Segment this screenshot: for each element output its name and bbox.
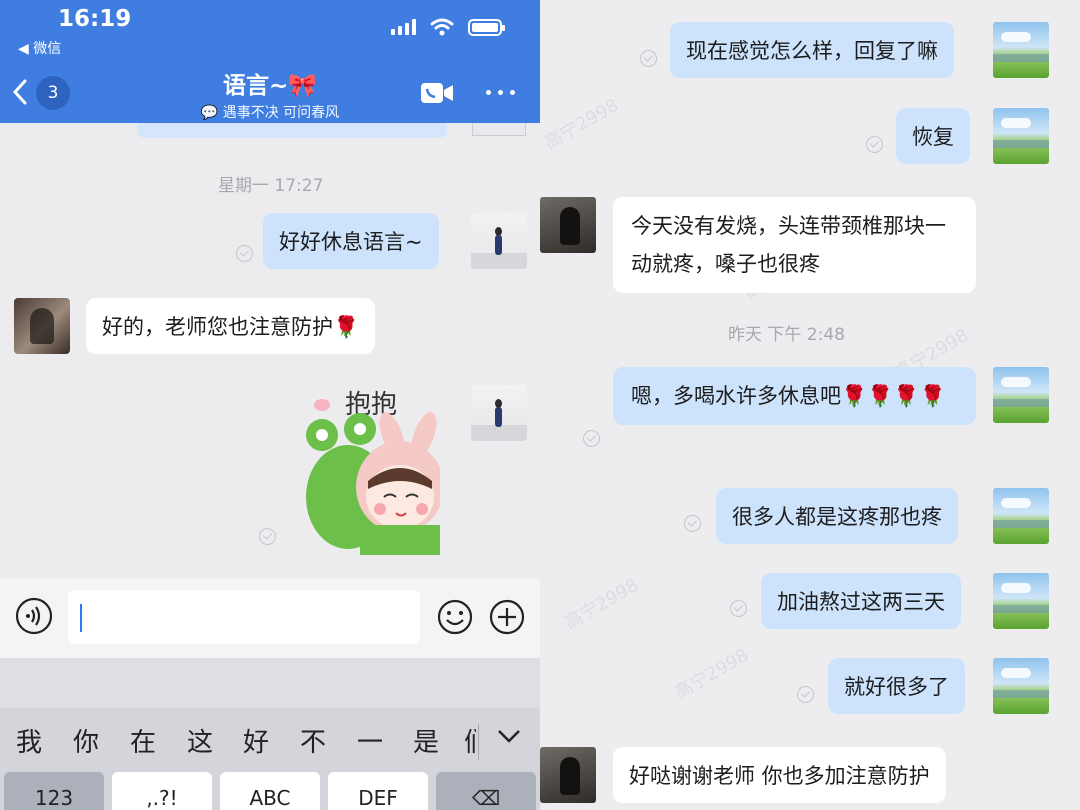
emoji-icon[interactable] <box>436 598 474 636</box>
my-avatar[interactable] <box>471 385 527 441</box>
chat-header: 16:19 ◀ 微信 3 语言~🎀 💬 遇事不决 可问春风 <box>0 0 540 123</box>
candidate-separator <box>478 724 479 760</box>
message-bubble-out[interactable]: 恢复 <box>896 108 970 164</box>
candidate-word[interactable]: 们 <box>464 722 476 759</box>
candidate-word[interactable]: 是 <box>413 722 439 759</box>
chat-title-text: 语言~ <box>223 73 289 99</box>
candidate-word[interactable]: 我 <box>16 722 42 759</box>
chat-subtitle-text: 遇事不决 可问春风 <box>222 105 340 121</box>
message-bubble-out[interactable]: 好好休息语言~ <box>263 213 439 269</box>
candidate-word[interactable]: 你 <box>73 722 99 759</box>
my-avatar[interactable] <box>993 367 1049 423</box>
candidate-word[interactable]: 不 <box>300 722 326 759</box>
message-composer <box>0 578 540 658</box>
contact-avatar[interactable] <box>14 298 70 354</box>
my-avatar[interactable] <box>993 108 1049 164</box>
battery-icon <box>468 18 505 36</box>
add-attachment-icon[interactable] <box>488 598 526 636</box>
punctuation-key[interactable]: ,.?! <box>112 772 212 810</box>
candidate-word[interactable]: 好 <box>243 722 269 759</box>
read-check-icon <box>866 136 883 153</box>
read-check-icon <box>259 528 276 545</box>
message-input[interactable] <box>68 590 420 644</box>
backspace-key[interactable]: ⌫ <box>436 772 536 810</box>
voice-input-icon[interactable] <box>14 596 54 636</box>
message-bubble-in[interactable]: 好哒谢谢老师 你也多加注意防护 <box>613 747 946 803</box>
back-chevron-icon[interactable] <box>10 76 30 108</box>
message-bubble-in[interactable]: 好的，老师您也注意防护🌹 <box>86 298 376 354</box>
read-check-icon <box>684 515 701 532</box>
keyboard-toolbar <box>0 658 540 708</box>
message-bubble-in[interactable]: 今天没有发烧，头连带颈椎那块一动就疼，嗓子也很疼 <box>613 197 976 293</box>
chat-title-area[interactable]: 语言~🎀 💬 遇事不决 可问春风 <box>180 66 360 122</box>
more-options-icon[interactable] <box>486 90 515 95</box>
expand-candidates-chevron-icon[interactable] <box>496 726 522 746</box>
status-back-app[interactable]: ◀ 微信 <box>18 38 61 58</box>
unread-count-badge[interactable]: 3 <box>36 76 70 110</box>
candidate-word[interactable]: 在 <box>130 722 156 759</box>
watermark: 高宁2998 <box>670 644 753 704</box>
contact-avatar[interactable] <box>540 197 596 253</box>
read-check-icon <box>797 686 814 703</box>
video-call-icon[interactable] <box>420 82 454 104</box>
message-bubble-out[interactable]: 嗯，多喝水许多休息吧🌹🌹🌹🌹 <box>613 367 976 425</box>
message-bubble-out[interactable]: 现在感觉怎么样，回复了嘛 <box>670 22 954 78</box>
chat-subtitle: 💬 遇事不决 可问春风 <box>180 102 360 122</box>
wifi-icon <box>430 18 454 36</box>
watermark: 高宁2998 <box>560 574 643 634</box>
read-check-icon <box>640 50 657 67</box>
my-avatar[interactable] <box>993 658 1049 714</box>
status-icons <box>391 18 505 36</box>
candidate-bar: 我 你 在 这 好 不 一 是 们 <box>0 720 540 764</box>
candidate-word[interactable]: 这 <box>187 722 213 759</box>
chat-title: 语言~🎀 <box>180 66 360 100</box>
my-avatar[interactable] <box>471 213 527 269</box>
candidate-word[interactable]: 一 <box>357 722 383 759</box>
status-bubble-icon: 💬 <box>200 105 219 121</box>
def-key[interactable]: DEF <box>328 772 428 810</box>
watermark: 高宁2998 <box>540 94 623 154</box>
message-bubble-out[interactable]: 很多人都是这疼那也疼 <box>716 488 958 544</box>
my-avatar[interactable] <box>993 22 1049 78</box>
abc-key[interactable]: ABC <box>220 772 320 810</box>
left-chat-screenshot: 16:19 ◀ 微信 3 语言~🎀 💬 遇事不决 可问春风 星期一 17:27 … <box>0 0 540 810</box>
status-time: 16:19 <box>58 6 132 32</box>
right-chat-screenshot: 高宁2998 高宁2998 高宁2998 高宁2998 高宁2998 现在感觉怎… <box>540 0 1080 810</box>
bow-emoji: 🎀 <box>288 73 317 99</box>
timestamp: 昨天 下午 2:48 <box>728 325 845 345</box>
message-bubble-out[interactable]: 就好很多了 <box>828 658 965 714</box>
message-bubble-out[interactable]: 加油熬过这两三天 <box>761 573 961 629</box>
hug-sticker[interactable] <box>300 385 440 555</box>
text-caret <box>80 604 82 632</box>
my-avatar[interactable] <box>993 488 1049 544</box>
read-check-icon <box>236 245 253 262</box>
my-avatar[interactable] <box>993 573 1049 629</box>
contact-avatar[interactable] <box>540 747 596 803</box>
read-check-icon <box>583 430 600 447</box>
cellular-signal-icon <box>391 19 416 35</box>
numbers-key[interactable]: 123 <box>4 772 104 810</box>
keyboard: 我 你 在 这 好 不 一 是 们 123 ,.?! ABC DEF ⌫ <box>0 658 540 810</box>
timestamp: 星期一 17:27 <box>218 176 324 196</box>
read-check-icon <box>730 600 747 617</box>
